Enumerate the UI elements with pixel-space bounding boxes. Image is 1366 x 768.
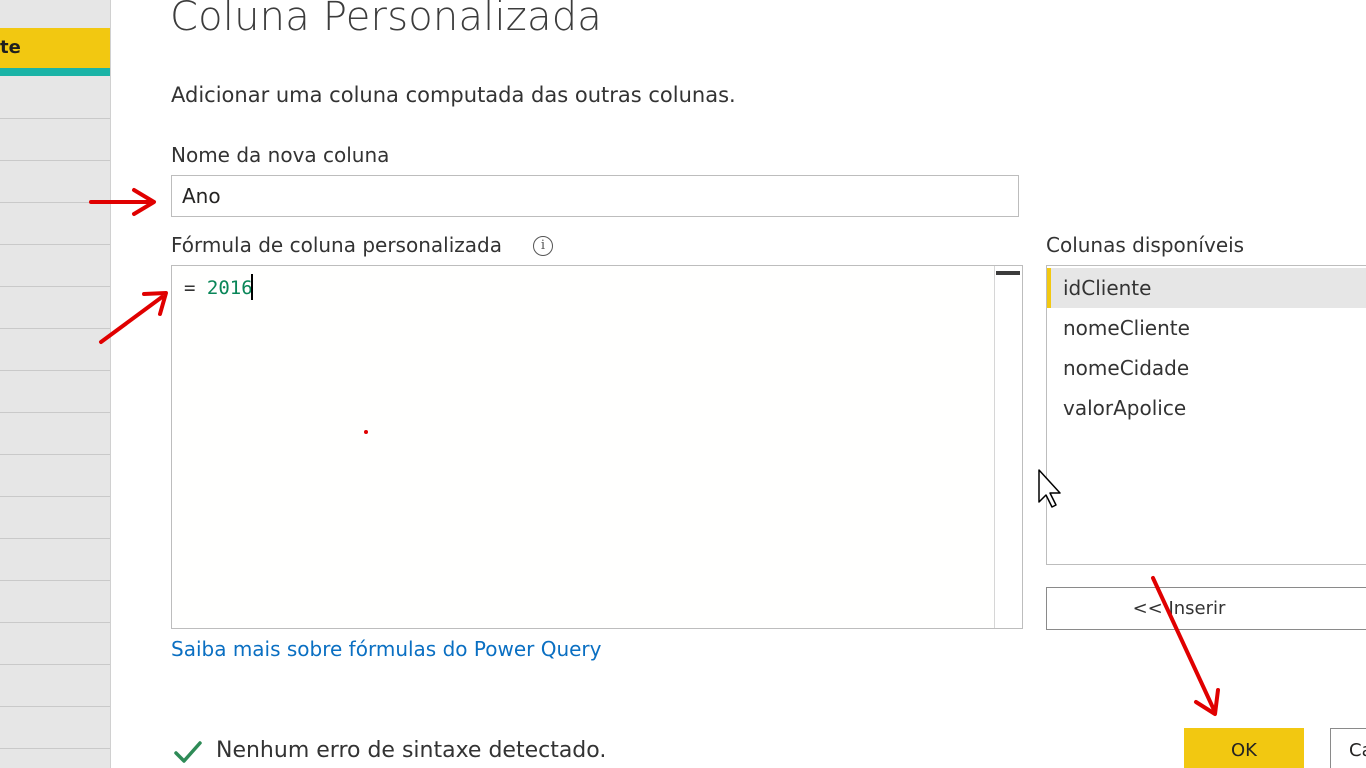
ok-button[interactable]: OK	[1184, 728, 1304, 768]
annotation-dot	[364, 430, 368, 434]
pane-row-divider	[0, 454, 110, 455]
check-icon	[174, 741, 202, 763]
pane-row-divider	[0, 286, 110, 287]
formula-operator: =	[184, 277, 207, 299]
column-name-label: Nome da nova coluna	[171, 143, 390, 167]
pane-row-divider	[0, 328, 110, 329]
text-caret	[250, 274, 253, 300]
formula-label: Fórmula de coluna personalizada	[171, 233, 502, 257]
available-columns-label: Colunas disponíveis	[1046, 233, 1245, 257]
pane-row-divider	[0, 160, 110, 161]
pane-row-divider	[0, 664, 110, 665]
scrollbar-thumb[interactable]	[996, 271, 1020, 275]
column-item-idcliente[interactable]: idCliente	[1047, 268, 1366, 308]
query-tab-selected[interactable]: te	[0, 28, 110, 68]
pane-row-divider	[0, 538, 110, 539]
pane-row-divider	[0, 706, 110, 707]
query-tab-underline	[0, 68, 110, 76]
custom-column-dialog-screen: te Coluna Personalizada Adicionar uma co…	[0, 0, 1366, 768]
column-item-nomecidade[interactable]: nomeCidade	[1047, 348, 1366, 388]
insert-button[interactable]: << Inserir	[1046, 587, 1366, 630]
pane-row-divider	[0, 580, 110, 581]
pane-row-divider	[0, 748, 110, 749]
formula-editor[interactable]: = 2016	[171, 265, 1023, 629]
power-query-help-link[interactable]: Saiba mais sobre fórmulas do Power Query	[171, 637, 601, 661]
column-name-input[interactable]	[171, 175, 1019, 217]
available-columns-list[interactable]: idCliente nomeCliente nomeCidade valorAp…	[1046, 265, 1366, 565]
column-item-valorapolice[interactable]: valorApolice	[1047, 388, 1366, 428]
queries-pane: te	[0, 0, 111, 768]
pane-row-divider	[0, 412, 110, 413]
pane-row-divider	[0, 118, 110, 119]
dialog-subtitle: Adicionar uma coluna computada das outra…	[171, 83, 736, 107]
column-item-nomecliente[interactable]: nomeCliente	[1047, 308, 1366, 348]
dialog-title: Coluna Personalizada	[170, 0, 603, 40]
pane-row-divider	[0, 370, 110, 371]
formula-value: 2016	[206, 277, 253, 299]
pane-row-divider	[0, 202, 110, 203]
cancel-button[interactable]: Ca	[1330, 728, 1366, 768]
pane-row-divider	[0, 622, 110, 623]
formula-scrollbar[interactable]	[994, 266, 1022, 628]
formula-text[interactable]: = 2016	[184, 274, 253, 300]
info-icon[interactable]: i	[533, 236, 553, 256]
pane-row-divider	[0, 496, 110, 497]
syntax-status-text: Nenhum erro de sintaxe detectado.	[216, 738, 607, 763]
pane-row-divider	[0, 244, 110, 245]
